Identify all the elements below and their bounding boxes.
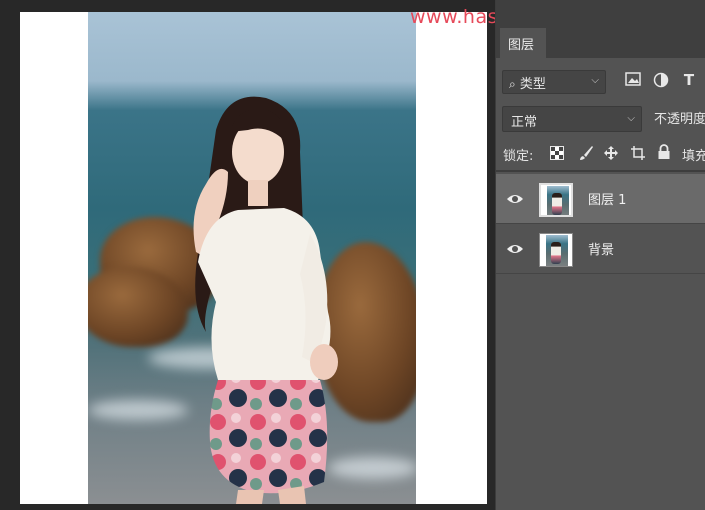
chevron-down-icon: ⌵ [627,113,635,124]
chevron-down-icon: ⌵ [591,75,599,86]
panel-tab-strip: 图层 [496,0,705,58]
search-icon: ⌕ [509,77,516,91]
opacity-label: 不透明度 [654,112,705,127]
lock-row: 锁定: 填充 [496,140,705,168]
blend-mode-select[interactable]: 正常 ⌵ [502,106,642,132]
layer-filter-row: ⌕ 类型 ⌵ T [496,66,705,98]
woman-figure [193,96,338,504]
image-filter-icon[interactable] [624,72,642,90]
layer-name: 背景 [588,243,615,258]
document-canvas[interactable] [20,12,487,504]
photoshop-window: www.hasyidianshaji.com 图层 ⌕ 类型 ⌵ T 正常 ⌵ [0,0,705,510]
eye-icon[interactable] [506,241,524,255]
layers-panel: 图层 ⌕ 类型 ⌵ T 正常 ⌵ 不透明度 锁定: 填充 图层 1 背景 [495,0,705,510]
eye-icon[interactable] [506,191,524,205]
divider [496,170,705,172]
lock-label: 锁定: [503,149,534,164]
filter-type-select[interactable]: ⌕ 类型 ⌵ [502,70,606,94]
tab-layers[interactable]: 图层 [500,28,546,58]
blend-row: 正常 ⌵ 不透明度 [496,104,705,134]
adjustment-filter-icon[interactable] [652,72,670,90]
layer-row-background[interactable]: 背景 [496,224,705,274]
lock-all-icon[interactable] [656,144,672,162]
layer-thumbnail [539,183,573,217]
lock-position-icon[interactable] [602,145,620,163]
lock-transparent-pixels-icon[interactable] [549,146,565,162]
blend-mode-value: 正常 [511,115,538,130]
artboard-lock-icon[interactable] [629,145,647,163]
layer-name: 图层 1 [588,193,627,208]
layer-row-layer-1[interactable]: 图层 1 [496,174,705,224]
lock-image-pixels-icon[interactable] [577,145,595,163]
filter-type-label: 类型 [519,77,546,92]
type-filter-icon[interactable]: T [680,71,698,91]
layer-thumbnail [539,233,573,267]
canvas-area[interactable] [0,0,495,510]
photo-image [88,12,416,504]
fill-label: 填充 [682,149,705,164]
